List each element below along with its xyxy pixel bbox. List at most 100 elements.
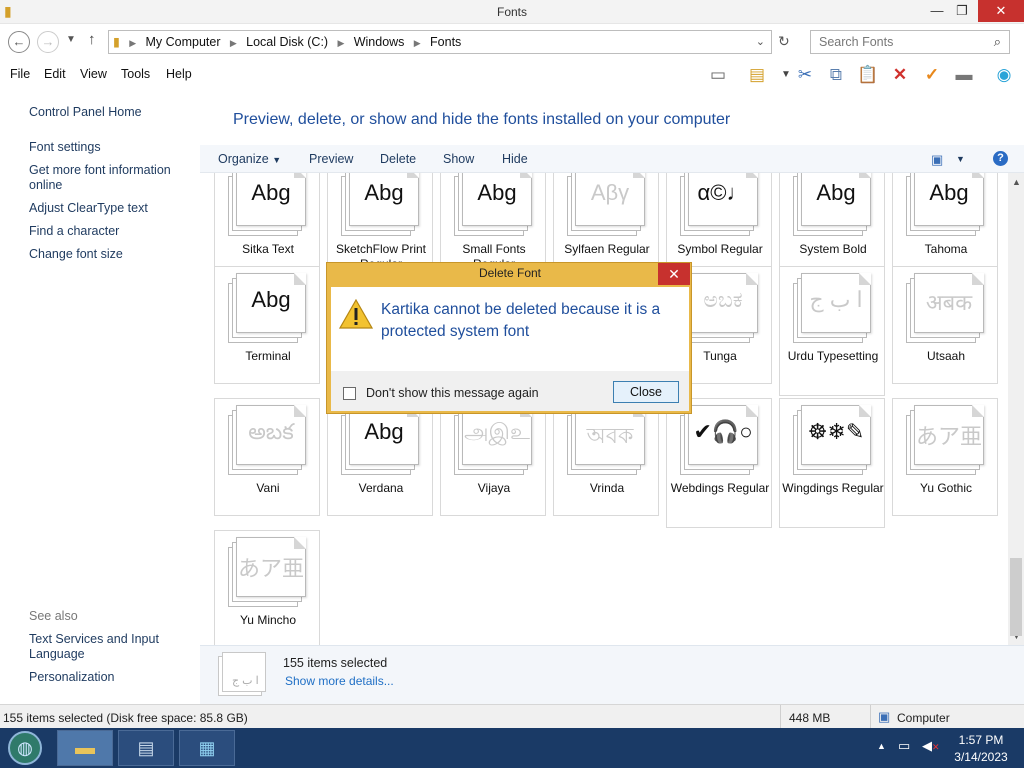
menu-tools[interactable]: Tools [121, 67, 150, 81]
clock-date[interactable]: 3/14/2023 [950, 750, 1012, 764]
font-tile[interactable]: অবক Vrinda [553, 398, 659, 516]
organize-label: Organize [218, 152, 269, 166]
show-hidden-icons-icon[interactable]: ▲ [877, 741, 886, 751]
font-tile[interactable]: あア亜 Yu Mincho [214, 530, 320, 645]
control-panel-icon: ▦ [198, 738, 216, 758]
status-size: 448 MB [789, 711, 831, 725]
rename-icon[interactable]: ▬ [950, 62, 978, 88]
breadcrumb-separator-icon[interactable]: ▶ [127, 38, 138, 49]
folder-options-icon[interactable]: ▤ [743, 62, 771, 88]
refresh-icon[interactable]: ↻ [778, 33, 790, 50]
close-button[interactable]: ✕ [978, 0, 1024, 22]
breadcrumb-my-computer[interactable]: My Computer [142, 31, 225, 53]
address-dropdown-icon[interactable]: ⌄ [756, 35, 765, 48]
dont-show-label[interactable]: Don't show this message again [366, 386, 539, 400]
menu-edit[interactable]: Edit [44, 67, 66, 81]
recent-locations-chevron-icon[interactable]: ▼ [66, 34, 76, 45]
change-view-icon[interactable]: ▣ [931, 152, 943, 168]
search-icon[interactable]: ⌕ [994, 34, 1001, 50]
forward-icon[interactable]: → [37, 31, 59, 53]
font-name: Webdings Regular [670, 481, 770, 495]
command-bar: Organize ▼ Preview Delete Show Hide ▣ ▼ … [200, 145, 1024, 173]
menu-file[interactable]: File [10, 67, 30, 81]
paste-icon[interactable]: 📋 [854, 62, 882, 88]
taskbar-control-panel[interactable]: ▦ [179, 730, 235, 766]
scroll-up-icon[interactable]: ▲ [1012, 177, 1021, 187]
delete-button[interactable]: Delete [380, 152, 416, 166]
font-name: Urdu Typesetting [787, 349, 879, 363]
font-tile[interactable]: Abg Verdana [327, 398, 433, 516]
font-tile[interactable]: ا ب ج Urdu Typesetting [779, 266, 885, 396]
personalization-link[interactable]: Personalization [29, 670, 189, 685]
font-tile[interactable]: Abg System Bold [779, 173, 885, 277]
font-tile[interactable]: अबक Utsaah [892, 266, 998, 384]
font-tile[interactable]: அஇஉ Vijaya [440, 398, 546, 516]
breadcrumb-separator-icon[interactable]: ▶ [412, 38, 423, 49]
hide-button[interactable]: Hide [502, 152, 528, 166]
menu-help[interactable]: Help [166, 67, 192, 81]
font-settings-link[interactable]: Font settings [29, 140, 189, 155]
start-button[interactable]: ◍ [8, 731, 42, 765]
font-sample-glyph: Abg [251, 287, 291, 312]
breadcrumb-local-disk[interactable]: Local Disk (C:) [242, 31, 332, 53]
dont-show-checkbox[interactable] [343, 387, 356, 400]
dialog-close-icon[interactable]: ✕ [658, 263, 690, 285]
font-tile[interactable]: Abg Tahoma [892, 173, 998, 277]
layout-pane-icon[interactable]: ▭ [704, 62, 732, 88]
font-tile[interactable]: ✔🎧○ Webdings Regular [666, 398, 772, 528]
help-icon[interactable]: ? [993, 151, 1008, 166]
font-preview-icon: あア亜 [906, 405, 986, 475]
control-panel-home-link[interactable]: Control Panel Home [29, 105, 189, 120]
font-sample-glyph: ا ب ج [809, 287, 863, 312]
menu-view[interactable]: View [80, 67, 107, 81]
see-also-label: See also [29, 609, 78, 623]
font-name: Utsaah [926, 349, 966, 363]
font-tile[interactable]: あア亜 Yu Gothic [892, 398, 998, 516]
font-tile[interactable]: Abg Sitka Text [214, 173, 320, 277]
volume-muted-icon[interactable]: ◀✕ [922, 738, 940, 754]
network-icon[interactable]: ▭ [898, 738, 910, 754]
clock-time[interactable]: 1:57 PM [956, 733, 1006, 747]
globe-icon[interactable]: ◉ [990, 62, 1018, 88]
maximize-button[interactable]: ❐ [945, 0, 979, 22]
font-sample-glyph: ☸❄✎ [807, 419, 865, 444]
chevron-down-icon: ▼ [272, 155, 282, 165]
breadcrumb-windows[interactable]: Windows [350, 31, 409, 53]
search-input[interactable]: Search Fonts ⌕ [810, 30, 1010, 54]
up-icon[interactable]: ↑ [88, 31, 96, 48]
breadcrumb-separator-icon[interactable]: ▶ [335, 38, 346, 49]
show-more-details-link[interactable]: Show more details... [285, 674, 394, 688]
back-icon[interactable]: ← [8, 31, 30, 53]
dialog-footer: Don't show this message again Close [331, 371, 689, 411]
show-button[interactable]: Show [443, 152, 474, 166]
text-services-link[interactable]: Text Services and Input Language [29, 632, 189, 662]
address-bar[interactable]: ▮ ▶ My Computer ▶ Local Disk (C:) ▶ Wind… [108, 30, 772, 54]
more-font-info-link[interactable]: Get more font information online [29, 163, 189, 193]
find-character-link[interactable]: Find a character [29, 224, 189, 239]
title-bar: ▮ Fonts — ❐ ✕ [0, 0, 1024, 24]
properties-check-icon[interactable]: ✓ [918, 62, 946, 88]
preview-button[interactable]: Preview [309, 152, 353, 166]
computer-icon: ▣ [878, 709, 891, 724]
font-sample-glyph: あア亜 [915, 424, 982, 449]
font-name: Sitka Text [242, 242, 294, 256]
font-name: Tahoma [924, 242, 968, 256]
taskbar-task-manager[interactable]: ▤ [118, 730, 174, 766]
organize-button[interactable]: Organize ▼ [218, 152, 281, 166]
font-tile[interactable]: ☸❄✎ Wingdings Regular [779, 398, 885, 528]
cut-icon[interactable]: ✂ [791, 62, 819, 88]
font-tile[interactable]: Abg Terminal [214, 266, 320, 384]
scrollbar-thumb[interactable] [1010, 558, 1022, 636]
delete-icon[interactable]: ✕ [886, 62, 914, 88]
adjust-cleartype-link[interactable]: Adjust ClearType text [29, 201, 189, 216]
font-sample-glyph: Abg [477, 180, 517, 205]
change-font-size-link[interactable]: Change font size [29, 247, 189, 262]
font-tile[interactable]: అబక Vani [214, 398, 320, 516]
breadcrumb-fonts[interactable]: Fonts [426, 31, 465, 53]
breadcrumb-separator-icon[interactable]: ▶ [228, 38, 239, 49]
view-dropdown-icon[interactable]: ▼ [956, 154, 965, 164]
dialog-close-button[interactable]: Close [613, 381, 679, 403]
copy-icon[interactable]: ⧉ [822, 62, 850, 88]
taskbar-file-explorer[interactable]: ▬ [57, 730, 113, 766]
font-sample-glyph: అబక [248, 419, 294, 444]
